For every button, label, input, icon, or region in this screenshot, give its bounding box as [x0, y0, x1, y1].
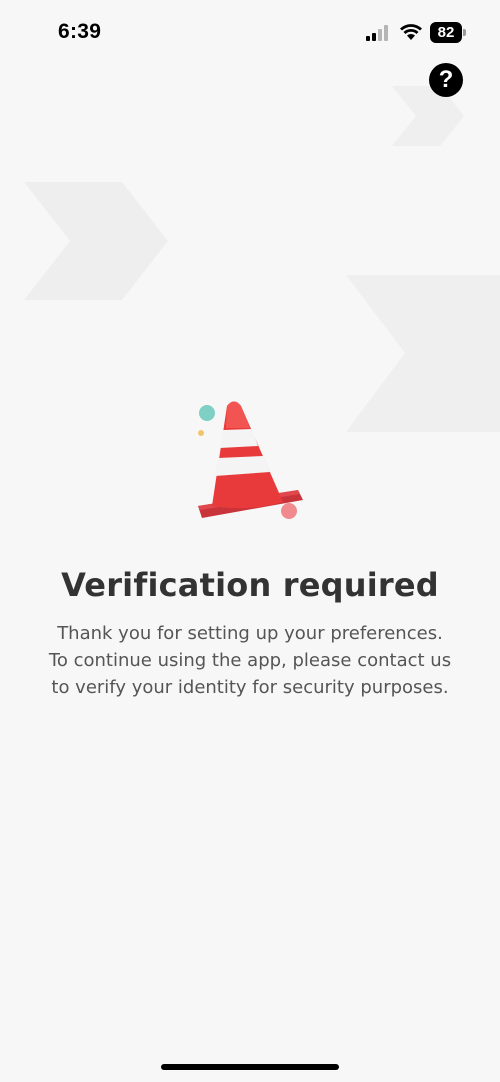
battery-cap — [463, 29, 466, 36]
status-bar: 6:39 82 — [0, 0, 500, 66]
traffic-cone-icon — [198, 401, 303, 519]
battery-icon: 82 — [430, 22, 468, 43]
message-section: Verification required Thank you for sett… — [0, 560, 500, 701]
page-message: Thank you for setting up your preference… — [0, 620, 500, 701]
message-line: Thank you for setting up your preference… — [57, 623, 443, 644]
home-indicator[interactable] — [161, 1064, 339, 1070]
battery-level: 82 — [430, 22, 462, 43]
wifi-icon — [400, 24, 422, 40]
cellular-signal-icon — [366, 25, 388, 41]
verification-screen: 6:39 82 ? Verification required Thank yo… — [0, 0, 500, 1082]
status-time: 6:39 — [58, 20, 102, 43]
background-chevrons — [24, 86, 500, 432]
message-line: to verify your identity for security pur… — [51, 677, 449, 698]
help-button[interactable]: ? — [429, 63, 463, 97]
message-line: To continue using the app, please contac… — [48, 650, 452, 671]
page-title: Verification required — [61, 566, 439, 604]
